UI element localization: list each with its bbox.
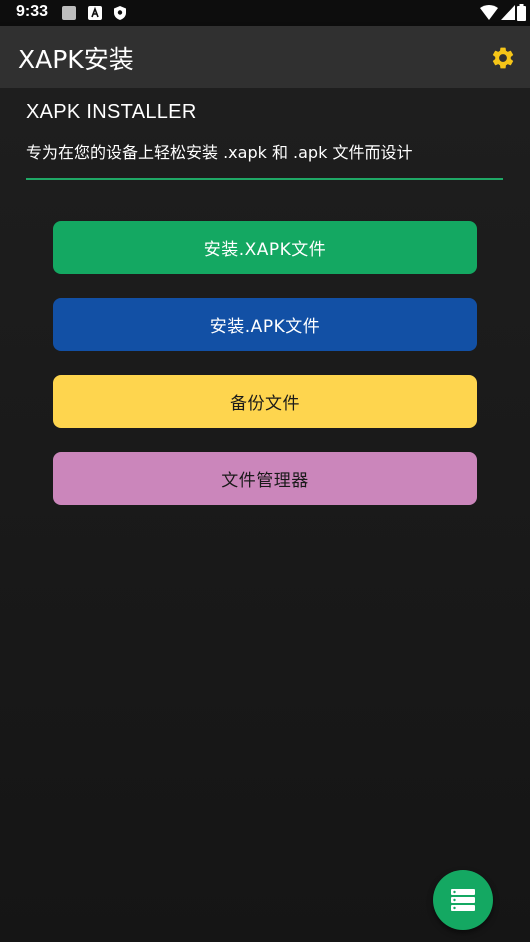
wifi-icon — [480, 5, 498, 20]
backup-files-button[interactable]: 备份文件 — [53, 375, 477, 428]
signal-icon — [501, 5, 515, 20]
a-badge-icon — [88, 6, 102, 20]
main-content: XAPK INSTALLER 专为在您的设备上轻松安装 .xapk 和 .apk… — [0, 88, 530, 942]
file-manager-button[interactable]: 文件管理器 — [53, 452, 477, 505]
status-bar: 9:33 — [0, 0, 530, 26]
square-icon — [62, 6, 76, 20]
server-list-fab[interactable] — [433, 870, 493, 930]
shield-icon — [114, 6, 126, 20]
server-list-icon — [451, 889, 475, 911]
battery-icon — [517, 4, 526, 21]
page-title: XAPK INSTALLER — [26, 101, 197, 123]
install-apk-button[interactable]: 安装.APK文件 — [53, 298, 477, 351]
status-time: 9:33 — [16, 3, 49, 20]
install-xapk-button[interactable]: 安装.XAPK文件 — [53, 221, 477, 274]
page-subtitle: 专为在您的设备上轻松安装 .xapk 和 .apk 文件而设计 — [26, 143, 413, 162]
app-bar: XAPK安装 — [0, 26, 530, 88]
header-divider — [26, 178, 503, 180]
gear-icon — [492, 47, 514, 69]
settings-button[interactable] — [490, 45, 516, 71]
app-title: XAPK安装 — [18, 45, 134, 74]
